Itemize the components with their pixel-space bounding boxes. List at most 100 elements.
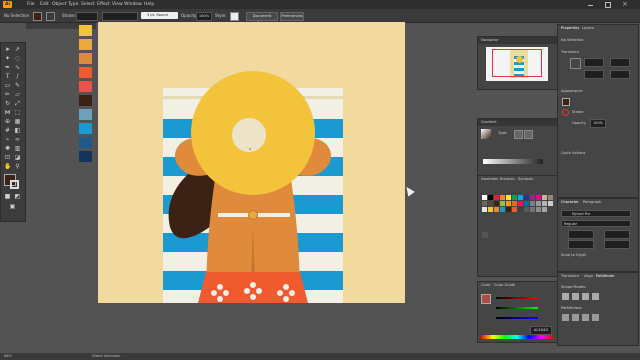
color-spectrum[interactable] (481, 335, 553, 339)
swatch-grid-item[interactable] (488, 195, 493, 200)
swatch-grid-item[interactable] (482, 195, 487, 200)
free-transform-icon[interactable]: ⬚ (14, 109, 21, 116)
pencil-icon[interactable]: ✏ (4, 91, 11, 98)
brush-definition-select[interactable]: 3 pt. Round (141, 12, 178, 19)
scale-icon[interactable]: ⤢ (14, 100, 21, 107)
swatch-grid-item[interactable] (530, 201, 535, 206)
preferences-button[interactable]: Preferences (280, 12, 304, 21)
eyedropper-icon[interactable]: ⌁ (4, 136, 11, 143)
swatch-grid-item[interactable] (536, 207, 541, 212)
swatch-grid-item[interactable] (500, 195, 505, 200)
pen-tool-icon[interactable]: ✒ (4, 64, 11, 71)
appearance-fill-swatch[interactable] (562, 98, 570, 106)
screen-mode-icon[interactable]: ▣ (9, 203, 16, 210)
unite-icon[interactable] (562, 293, 569, 300)
stroke-swatch[interactable] (46, 12, 55, 21)
type-tool-icon[interactable]: T (4, 73, 11, 80)
menu-window[interactable]: Window (124, 0, 142, 9)
swatch-grid-item[interactable] (500, 207, 505, 212)
gradient-mode-icon[interactable]: ◩ (14, 193, 21, 200)
swatch-grid-item[interactable] (530, 207, 535, 212)
menu-select[interactable]: Select (81, 0, 95, 9)
appearance-stroke-swatch[interactable] (562, 109, 569, 116)
reference-point-icon[interactable] (570, 58, 581, 69)
gradient-slider[interactable] (483, 159, 543, 164)
properties-tab[interactable]: Properties (561, 26, 579, 30)
graph-tool-icon[interactable]: ▥ (14, 145, 21, 152)
swatch-grid-item[interactable] (488, 201, 493, 206)
symbols-tab[interactable]: Symbols (518, 177, 533, 181)
swatch-grid-item[interactable] (542, 201, 547, 206)
swatch-grid-item[interactable] (494, 207, 499, 212)
paintbrush-icon[interactable]: ✎ (14, 82, 21, 89)
hand-tool-icon[interactable]: ✋ (4, 163, 11, 170)
magic-wand-icon[interactable]: ✦ (4, 55, 11, 62)
swatch-grid-item[interactable] (524, 207, 529, 212)
mesh-icon[interactable]: # (4, 127, 11, 134)
curvature-tool-icon[interactable]: ∿ (14, 64, 21, 71)
brushes-tab[interactable]: Brushes (500, 177, 514, 181)
swatch-grid-item[interactable] (506, 195, 511, 200)
blue-slider[interactable] (496, 317, 538, 319)
kerning-field[interactable] (568, 240, 594, 249)
leading-field[interactable] (604, 230, 630, 239)
properties-opacity-field[interactable]: 100% (590, 119, 606, 128)
swatch-grid-item[interactable] (524, 201, 529, 206)
swatch-grid-item[interactable] (518, 207, 523, 212)
color-guide-tab[interactable]: Color Guide (494, 283, 515, 287)
artboard[interactable] (98, 22, 405, 303)
intersect-icon[interactable] (582, 293, 589, 300)
swatches-tab[interactable]: Swatches (481, 177, 498, 181)
swatch-grid-item[interactable] (494, 201, 499, 206)
swatch-orange[interactable] (79, 53, 92, 64)
transform-tab[interactable]: Transform (561, 274, 579, 278)
tracking-field[interactable] (604, 240, 630, 249)
swatch-grid-item[interactable] (506, 207, 511, 212)
swatch-yellow[interactable] (79, 25, 92, 36)
swatch-grid-item[interactable] (518, 201, 523, 206)
radial-gradient-button[interactable] (524, 130, 533, 139)
hex-field[interactable]: AC4D4D (530, 326, 552, 335)
menu-edit[interactable]: Edit (40, 0, 49, 9)
swatch-grid-item[interactable] (542, 195, 547, 200)
swatch-red-orange[interactable] (79, 67, 92, 78)
maximize-icon[interactable] (605, 2, 611, 8)
menu-object[interactable]: Object (52, 0, 67, 9)
red-slider[interactable] (496, 297, 538, 299)
lasso-icon[interactable]: ◌ (14, 55, 21, 62)
menu-view[interactable]: View (112, 0, 123, 9)
rotate-icon[interactable]: ↻ (4, 100, 11, 107)
perspective-grid-icon[interactable]: ▦ (14, 118, 21, 125)
menu-file[interactable]: File (27, 0, 35, 9)
height-field[interactable] (610, 70, 630, 79)
minus-front-icon[interactable] (572, 293, 579, 300)
swatch-grid-item[interactable] (512, 201, 517, 206)
graphic-style-swatch[interactable] (230, 12, 239, 21)
navigator-tab[interactable]: Navigator (478, 37, 558, 44)
navigator-preview[interactable] (486, 47, 548, 81)
gradient-tab[interactable]: Gradient (478, 119, 558, 126)
swatch-grid-item[interactable] (494, 195, 499, 200)
width-tool-icon[interactable]: ⋈ (4, 109, 11, 116)
shape-builder-icon[interactable]: ⊕ (4, 118, 11, 125)
swatch-grid-item[interactable] (482, 201, 487, 206)
swatch-grid-item[interactable] (500, 201, 505, 206)
menu-effect[interactable]: Effect (97, 0, 110, 9)
linear-gradient-button[interactable] (514, 130, 523, 139)
swatch-grid-item[interactable] (542, 207, 547, 212)
swatch-grid-item[interactable] (536, 195, 541, 200)
swatch-blue[interactable] (79, 123, 92, 134)
gradient-preview[interactable] (481, 129, 491, 139)
font-size-field[interactable] (568, 230, 594, 239)
swatch-library-icon[interactable] (482, 232, 488, 238)
slice-icon[interactable]: ◪ (14, 154, 21, 161)
width-field[interactable] (584, 70, 604, 79)
merge-icon[interactable] (582, 314, 589, 321)
font-family-field[interactable]: Myriad Pro (561, 210, 631, 217)
y-field[interactable] (610, 58, 630, 67)
zoom-tool-icon[interactable]: ⚲ (14, 163, 21, 170)
close-icon[interactable]: × (622, 0, 628, 9)
swatch-dark-navy[interactable] (79, 151, 92, 162)
opacity-field[interactable]: 100% (196, 12, 212, 21)
swatch-grid-item[interactable] (548, 195, 553, 200)
